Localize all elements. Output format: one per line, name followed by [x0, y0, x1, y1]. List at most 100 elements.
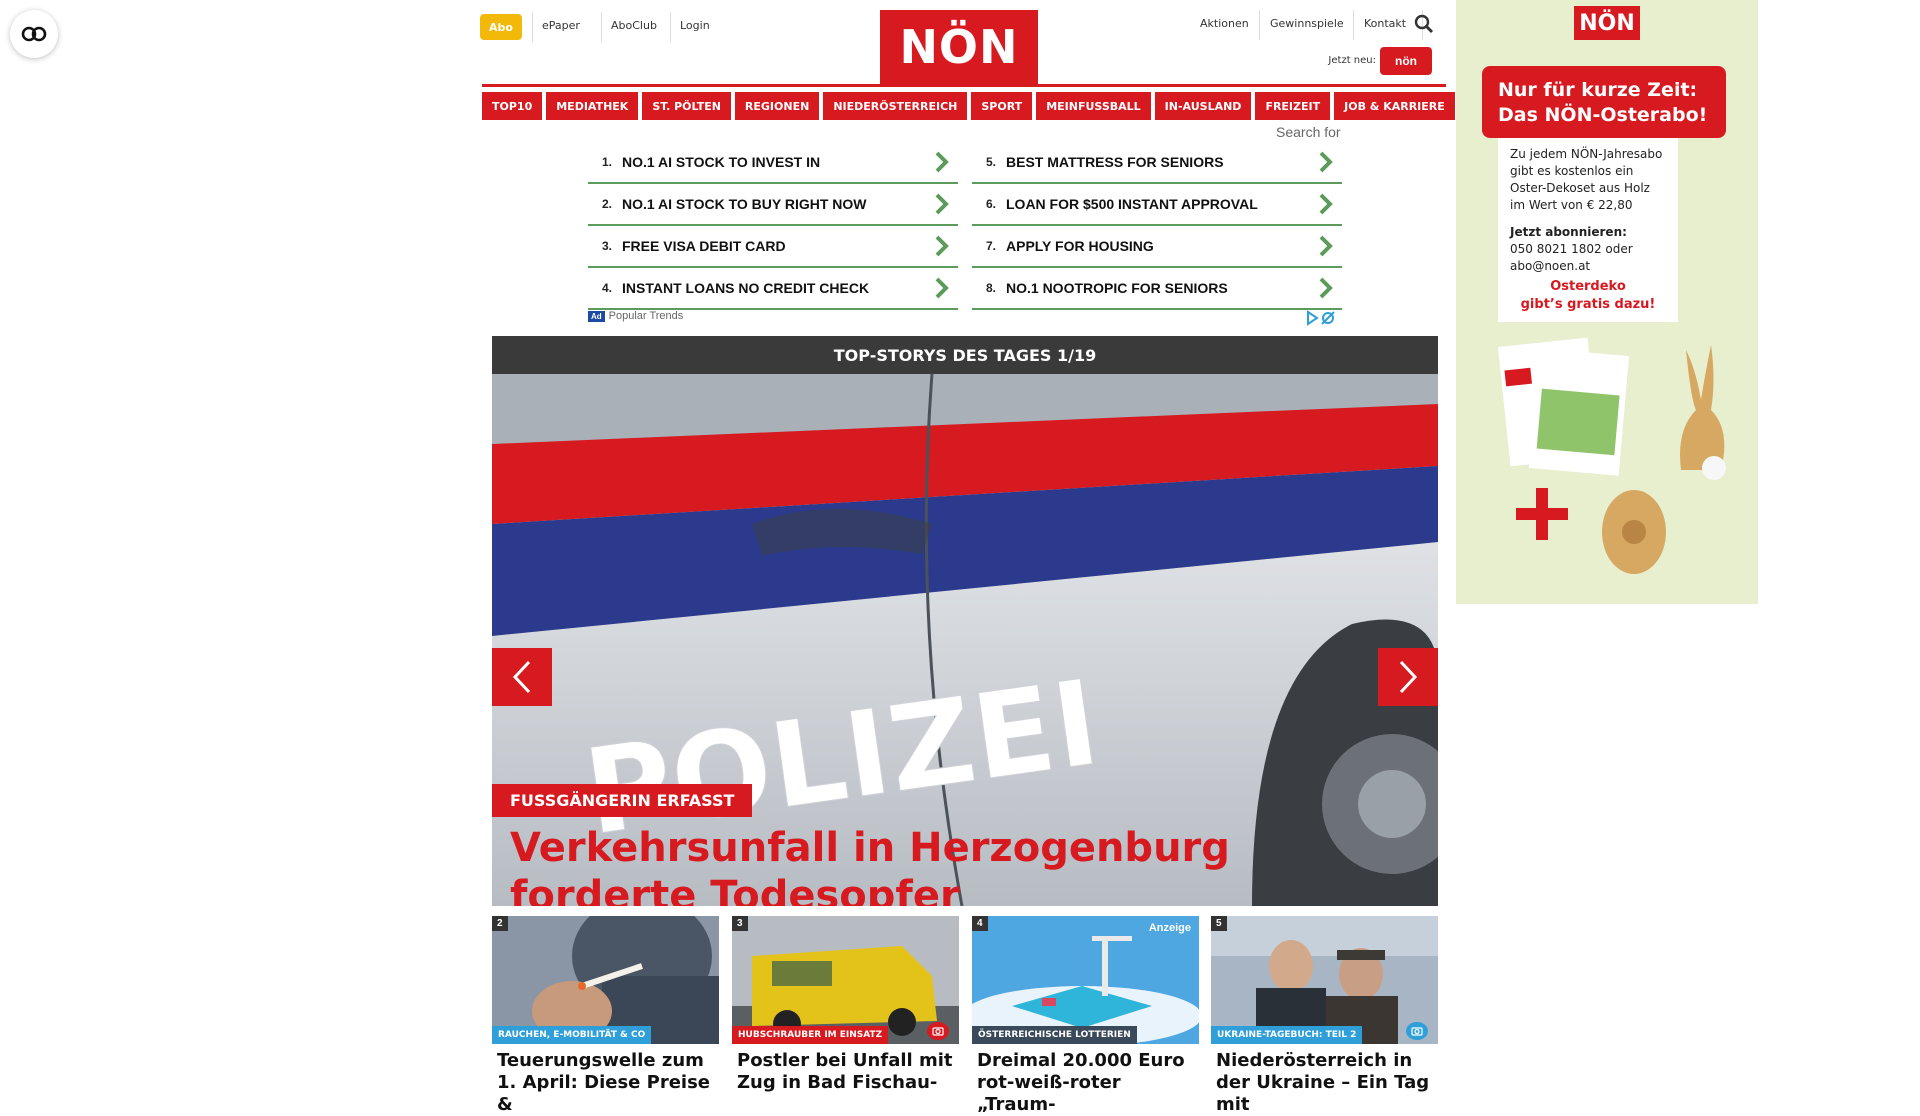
- story-title[interactable]: Postler bei Unfall mit Zug in Bad Fischa…: [732, 1050, 959, 1094]
- sponsored-link[interactable]: 8. NO.1 NOOTROPIC FOR SENIORS: [972, 268, 1342, 310]
- list-number: 3.: [601, 239, 612, 253]
- story-card[interactable]: 2 RAUCHEN, E-MOBILITÄT & CO Teuerungswel…: [492, 916, 719, 1116]
- ad-promo-line: gibt’s gratis dazu!: [1520, 297, 1656, 312]
- sponsored-link[interactable]: 2. NO.1 AI STOCK TO BUY RIGHT NOW: [588, 184, 958, 226]
- chevron-right-icon: [1319, 151, 1333, 173]
- nav-item-freizeit[interactable]: FREIZEIT: [1255, 92, 1331, 120]
- slide-kicker: FUSSGÄNGERIN ERFASST: [492, 784, 753, 817]
- story-number: 5: [1211, 916, 1227, 931]
- list-number: 5.: [985, 155, 996, 169]
- nav-item-top10[interactable]: TOP10: [482, 92, 543, 120]
- ad-promo: Osterdeko gibt’s gratis dazu!: [1498, 278, 1678, 314]
- plus-icon: [1516, 488, 1568, 540]
- sponsored-link[interactable]: 4. INSTANT LOANS NO CREDIT CHECK: [588, 268, 958, 310]
- nav-item-niederoesterreich[interactable]: NIEDERÖSTERREICH: [823, 92, 968, 120]
- lottery-photo: [972, 916, 1199, 1044]
- ad-phone: 050 8021 1802 oder: [1510, 242, 1633, 256]
- story-tag: UKRAINE-TAGEBUCH: TEIL 2: [1211, 1026, 1363, 1044]
- sponsored-text: FREE VISA DEBIT CARD: [622, 238, 786, 254]
- aktionen-link[interactable]: Aktionen: [1200, 17, 1249, 30]
- newspaper-stack-image: [1497, 337, 1630, 476]
- nav-item-meinfussball[interactable]: MEINFUSSBALL: [1036, 92, 1151, 120]
- ad-logo: NÖN: [1574, 6, 1640, 40]
- story-tag: RAUCHEN, E-MOBILITÄT & CO: [492, 1026, 652, 1044]
- osterabo-ad[interactable]: NÖN Nur für kurze Zeit: Das NÖN-Osterabo…: [1456, 0, 1758, 604]
- sponsored-link[interactable]: 6. LOAN FOR $500 INSTANT APPROVAL: [972, 184, 1342, 226]
- sponsored-text: INSTANT LOANS NO CREDIT CHECK: [622, 280, 870, 296]
- ad-email: abo@noen.at: [1510, 259, 1591, 273]
- story-image[interactable]: 3 HUBSCHRAUBER IM EINSATZ: [732, 916, 959, 1044]
- ad-footer-label[interactable]: Popular Trends: [609, 310, 684, 322]
- camera-icon: [1406, 1022, 1428, 1040]
- list-number: 1.: [601, 155, 612, 169]
- slide-image[interactable]: POLIZEI FUSSGÄNGERIN ERFASST Verkehrsunf…: [492, 374, 1438, 906]
- story-card[interactable]: 4 Anzeige ÖSTERREICHISCHE LOTTERIEN Drei…: [972, 916, 1199, 1116]
- wooden-bunny-image: [1680, 345, 1726, 480]
- aboclub-link[interactable]: AboClub: [611, 19, 657, 32]
- chevron-right-icon: [935, 235, 949, 257]
- divider: [670, 12, 671, 42]
- wooden-egg-image: [1602, 490, 1666, 574]
- site-logo[interactable]: NÖN: [880, 10, 1038, 84]
- sponsored-link[interactable]: 5. BEST MATTRESS FOR SENIORS: [972, 142, 1342, 184]
- slider-next-button[interactable]: [1378, 648, 1438, 706]
- sponsored-link[interactable]: 7. APPLY FOR HOUSING: [972, 226, 1342, 268]
- ad-headline-line: Das NÖN-Osterabo!: [1498, 104, 1708, 126]
- nav-item-mediathek[interactable]: MEDIATHEK: [546, 92, 639, 120]
- login-link[interactable]: Login: [680, 19, 710, 32]
- list-number: 2.: [601, 197, 612, 211]
- accessibility-button[interactable]: [10, 10, 58, 58]
- search-icon[interactable]: [1414, 14, 1434, 34]
- sponsored-link[interactable]: 3. FREE VISA DEBIT CARD: [588, 226, 958, 268]
- sponsored-text: NO.1 AI STOCK TO INVEST IN: [622, 154, 821, 170]
- story-card[interactable]: 3 HUBSCHRAUBER IM EINSATZ Postler bei Un…: [732, 916, 959, 1094]
- meine-noen-badge[interactable]: nön: [1380, 47, 1432, 75]
- search-for-label: Search for: [1276, 124, 1341, 140]
- nav-item-job-karriere[interactable]: JOB & KARRIERE: [1334, 92, 1455, 120]
- slider-prev-button[interactable]: [492, 648, 552, 706]
- abo-button[interactable]: Abo: [480, 14, 522, 40]
- chevron-right-icon: [935, 193, 949, 215]
- list-number: 7.: [985, 239, 996, 253]
- site-header: Abo ePaper AboClub Login NÖN Aktionen Ge…: [480, 0, 1440, 84]
- nav-item-sport[interactable]: SPORT: [971, 92, 1033, 120]
- divider: [1259, 10, 1260, 40]
- kontakt-link[interactable]: Kontakt: [1364, 17, 1406, 30]
- story-title[interactable]: Teuerungswelle zum 1. April: Diese Preis…: [492, 1050, 719, 1116]
- story-image[interactable]: 4 Anzeige ÖSTERREICHISCHE LOTTERIEN: [972, 916, 1199, 1044]
- story-image[interactable]: 5 UKRAINE-TAGEBUCH: TEIL 2: [1211, 916, 1438, 1044]
- story-number: 3: [732, 916, 748, 931]
- ad-body-line: gibt es kostenlos ein: [1510, 164, 1634, 178]
- ad-body-line: Zu jedem NÖN-Jahresabo: [1510, 147, 1663, 161]
- slide-title[interactable]: Verkehrsunfall in Herzogenburg forderte …: [510, 824, 1410, 906]
- camera-icon: [927, 1022, 949, 1040]
- ad-body-line: Oster-Dekoset aus Holz: [1510, 181, 1650, 195]
- ad-body-line: im Wert von € 22,80: [1510, 198, 1633, 212]
- story-image[interactable]: 2 RAUCHEN, E-MOBILITÄT & CO: [492, 916, 719, 1044]
- story-title[interactable]: Niederösterreich in der Ukraine – Ein Ta…: [1211, 1050, 1438, 1116]
- story-card[interactable]: 5 UKRAINE-TAGEBUCH: TEIL 2 Niederösterre…: [1211, 916, 1438, 1116]
- ad-headline-line: Nur für kurze Zeit:: [1498, 79, 1698, 101]
- ukraine-visit-photo: [1211, 916, 1438, 1044]
- sponsored-text: APPLY FOR HOUSING: [1006, 238, 1154, 254]
- smoking-photo: [492, 916, 719, 1044]
- adchoices-icon[interactable]: [1305, 310, 1337, 326]
- sponsored-text: BEST MATTRESS FOR SENIORS: [1006, 154, 1224, 170]
- ad-badge: Ad: [588, 310, 605, 322]
- sponsored-text: NO.1 NOOTROPIC FOR SENIORS: [1006, 280, 1228, 296]
- chevron-right-icon: [1319, 277, 1333, 299]
- epaper-link[interactable]: ePaper: [542, 19, 580, 32]
- ad-headline: Nur für kurze Zeit: Das NÖN-Osterabo!: [1482, 66, 1726, 138]
- story-title[interactable]: Dreimal 20.000 Euro rot-weiß-roter „Trau…: [972, 1050, 1199, 1116]
- divider: [532, 12, 533, 42]
- chevron-right-icon: [1399, 660, 1418, 694]
- nav-item-regionen[interactable]: REGIONEN: [734, 92, 820, 120]
- chevron-right-icon: [935, 277, 949, 299]
- story-number: 4: [972, 916, 988, 931]
- gewinnspiele-link[interactable]: Gewinnspiele: [1270, 17, 1344, 30]
- nav-item-st-poelten[interactable]: ST. PÖLTEN: [642, 92, 731, 120]
- sponsored-link[interactable]: 1. NO.1 AI STOCK TO INVEST IN: [588, 142, 958, 184]
- nav-item-in-ausland[interactable]: IN-AUSLAND: [1154, 92, 1252, 120]
- chevron-left-icon: [512, 660, 531, 694]
- sponsored-text: LOAN FOR $500 INSTANT APPROVAL: [1006, 196, 1258, 212]
